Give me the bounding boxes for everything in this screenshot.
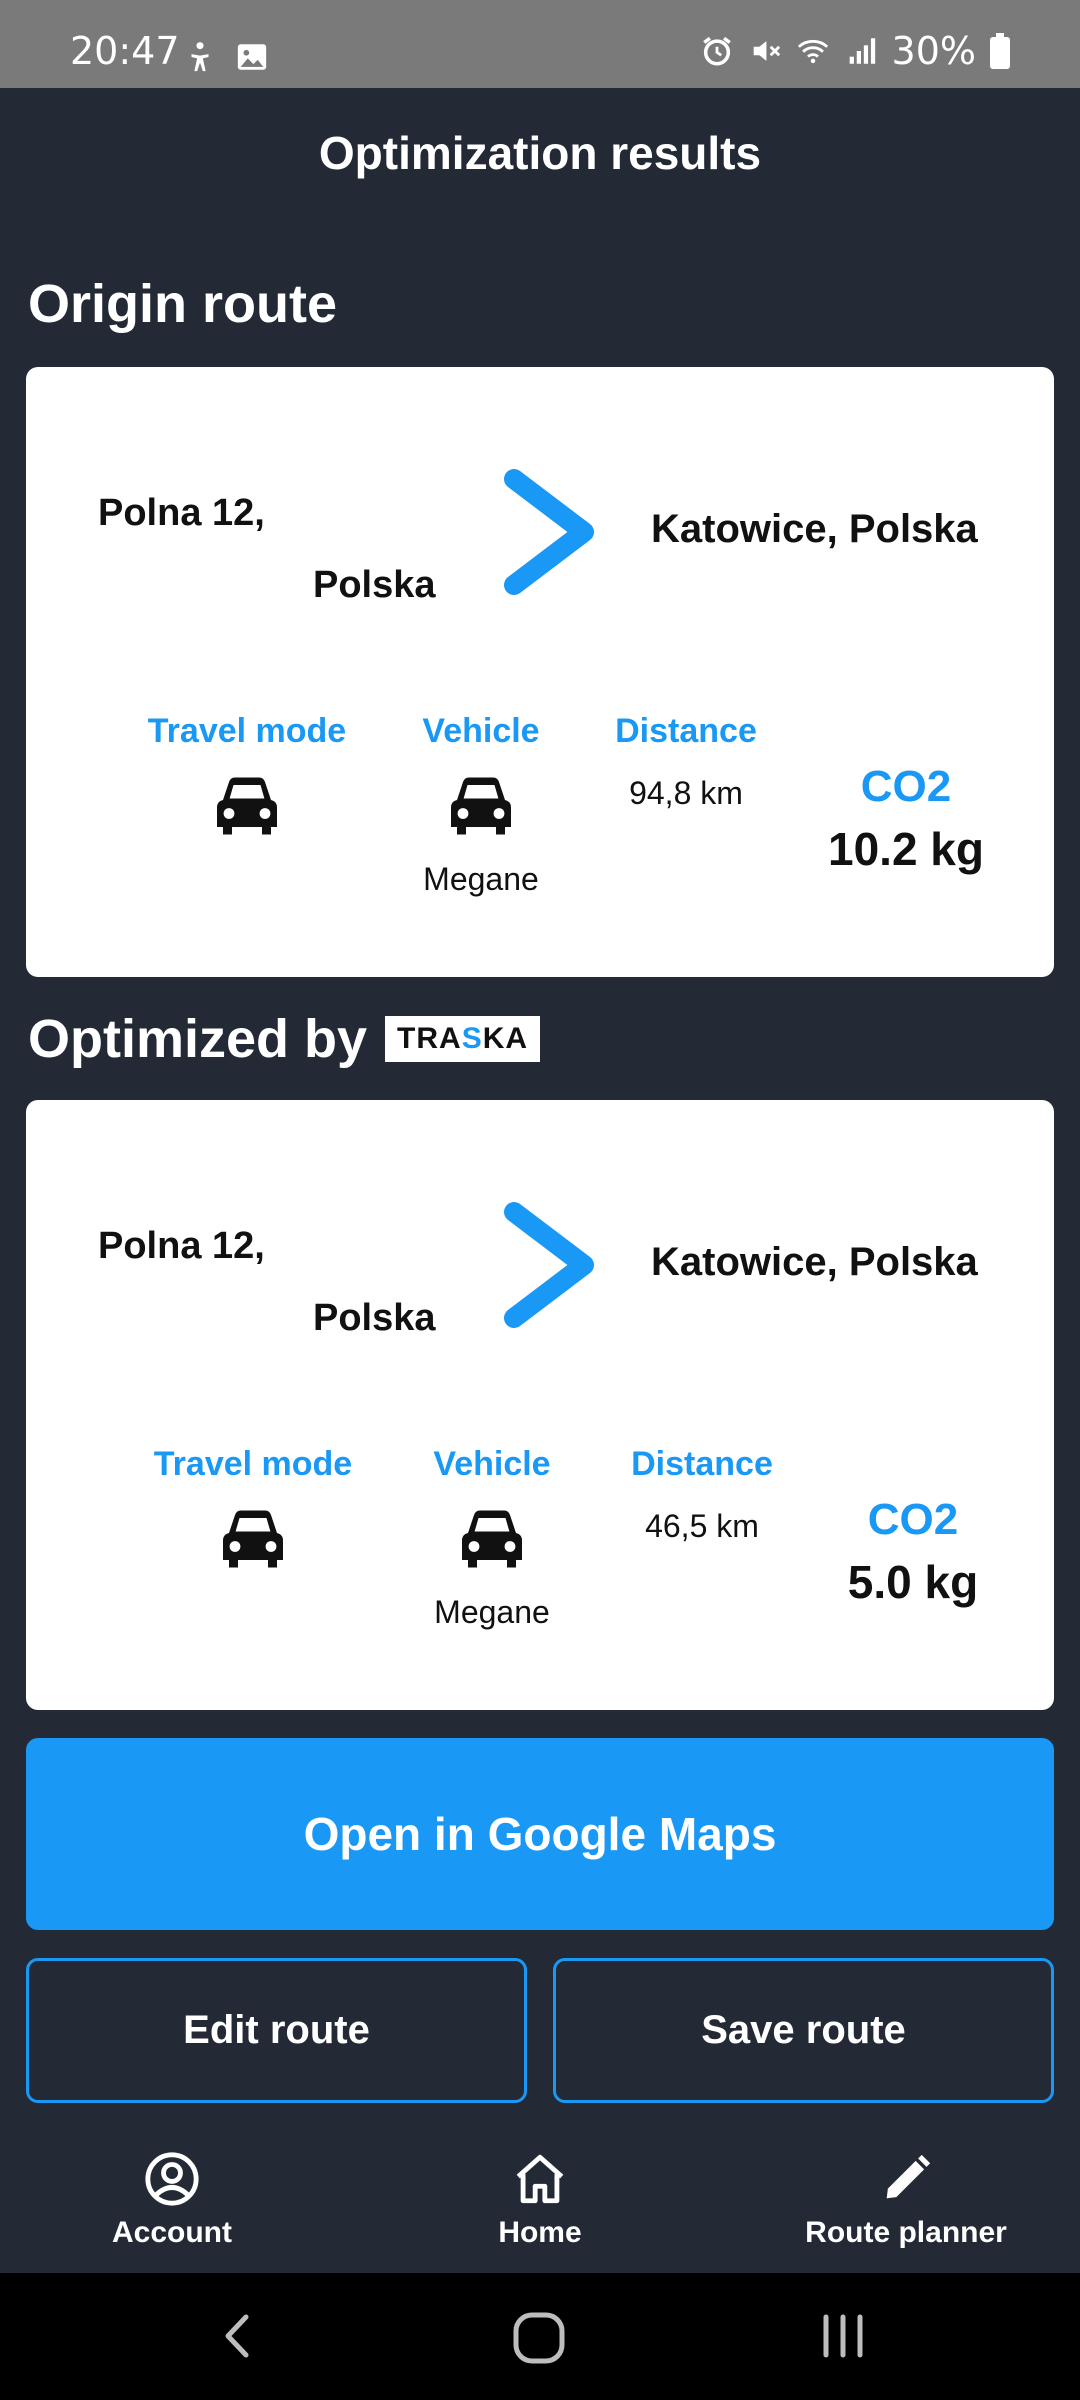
status-bar: 20:47 30%: [0, 0, 1080, 88]
chevron-right-icon: [504, 469, 594, 595]
battery-icon: [990, 33, 1010, 69]
nav-label-route-planner: Route planner: [805, 2216, 1007, 2249]
back-icon[interactable]: [218, 2311, 258, 2361]
pencil-icon: [886, 2154, 931, 2199]
gallery-icon: [237, 44, 267, 70]
traska-logo: TRA S KA: [385, 1016, 541, 1062]
edit-route-button[interactable]: Edit route: [26, 1958, 527, 2103]
co2-column: CO2 5.0 kg: [793, 1495, 1033, 1609]
distance-value: 94,8 km: [629, 775, 743, 811]
mute-icon: [753, 41, 780, 61]
battery-percentage: 30%: [891, 29, 976, 73]
co2-column: CO2 10.2 kg: [786, 762, 1026, 876]
origin-route-title: Origin route: [28, 274, 337, 334]
optimized-by-label: Optimized by: [28, 1009, 368, 1069]
accessibility-icon: [191, 42, 209, 72]
origin-address: Polna 12, Polska: [98, 1210, 478, 1354]
vehicle-column: Vehicle Megane: [376, 712, 586, 898]
nav-item-home[interactable]: Home: [410, 2150, 670, 2250]
travel-mode-label: Travel mode: [153, 1445, 353, 1483]
chevron-right-icon: [504, 1202, 594, 1328]
distance-label: Distance: [615, 712, 757, 750]
destination-address: Katowice, Polska: [651, 507, 978, 551]
alarm-icon: [702, 36, 731, 66]
co2-label: CO2: [860, 762, 952, 811]
origin-address: Polna 12, Polska: [98, 477, 478, 621]
car-icon: [462, 1510, 522, 1568]
co2-value: 5.0 kg: [847, 1556, 979, 1608]
save-route-button[interactable]: Save route: [553, 1958, 1054, 2103]
vehicle-column: Vehicle Megane: [387, 1445, 597, 1631]
distance-value: 46,5 km: [645, 1508, 759, 1544]
origin-address-line1: Polna 12,: [98, 1225, 265, 1267]
destination-address: Katowice, Polska: [651, 1240, 978, 1284]
nav-item-route-planner[interactable]: Route planner: [776, 2150, 1036, 2250]
distance-label: Distance: [631, 1445, 773, 1483]
travel-mode-label: Travel mode: [147, 712, 347, 750]
nav-item-account[interactable]: Account: [42, 2150, 302, 2250]
wifi-icon: [797, 39, 828, 64]
bottom-navigation: Account Home Route planner: [0, 2128, 1080, 2273]
co2-label: CO2: [867, 1495, 959, 1544]
car-icon: [451, 777, 511, 835]
vehicle-label: Vehicle: [422, 712, 540, 750]
origin-route-card: Polna 12, Polska Katowice, Polska Travel…: [26, 367, 1054, 977]
page-title: Optimization results: [318, 127, 762, 179]
travel-mode-column: Travel mode: [126, 1445, 380, 1572]
co2-value: 10.2 kg: [828, 823, 984, 875]
optimized-route-card: Polna 12, Polska Katowice, Polska Travel…: [26, 1100, 1054, 1710]
home-icon: [516, 2154, 564, 2204]
account-circle-icon: [145, 2152, 199, 2206]
vehicle-name: Megane: [434, 1594, 550, 1630]
system-navigation-bar: [0, 2273, 1080, 2400]
origin-address-line1: Polna 12,: [98, 492, 265, 534]
origin-address-line2: Polska: [313, 1297, 436, 1339]
nav-label-account: Account: [112, 2216, 232, 2249]
nav-label-home: Home: [498, 2216, 582, 2249]
vehicle-label: Vehicle: [433, 1445, 551, 1483]
travel-mode-column: Travel mode: [120, 712, 374, 839]
vehicle-name: Megane: [423, 861, 539, 897]
signal-icon: [849, 38, 875, 64]
distance-column: Distance 94,8 km: [581, 712, 791, 812]
status-time: 20:47: [70, 29, 180, 73]
distance-column: Distance 46,5 km: [597, 1445, 807, 1545]
car-icon: [217, 777, 277, 835]
origin-address-line2: Polska: [313, 564, 436, 606]
optimized-route-title: Optimized by TRA S KA: [28, 1009, 541, 1069]
car-icon: [223, 1510, 283, 1568]
open-google-maps-button[interactable]: Open in Google Maps: [26, 1738, 1054, 1930]
recent-apps-icon[interactable]: [818, 2311, 868, 2361]
home-button-icon[interactable]: [512, 2311, 566, 2365]
